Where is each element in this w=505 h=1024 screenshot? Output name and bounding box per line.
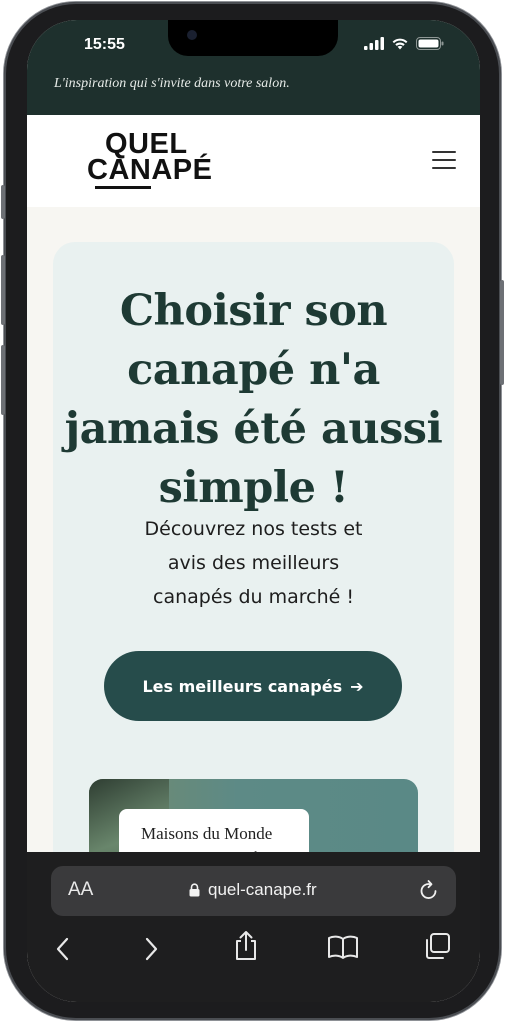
lock-icon <box>189 883 200 897</box>
url-display[interactable]: quel-canape.fr <box>189 880 317 900</box>
address-bar[interactable]: AA quel-canape.fr <box>51 866 456 916</box>
power-button <box>500 280 504 385</box>
status-time: 15:55 <box>84 36 125 53</box>
safari-bottom-bar: AA quel-canape.fr <box>27 852 480 1002</box>
browser-toolbar <box>27 926 480 978</box>
logo-line2: CANAPÉ <box>87 154 213 186</box>
text-size-button[interactable]: AA <box>68 879 93 901</box>
screen: 15:55 L'inspiration qui s'invite dans vo… <box>27 20 480 1002</box>
logo-underline <box>95 186 151 189</box>
best-sofas-button[interactable]: Les meilleurs canapés ➔ <box>104 651 402 721</box>
site-header: QUEL CANAPÉ <box>27 115 480 207</box>
hero-section: Choisir son canapé n'a jamais été aussi … <box>53 242 454 899</box>
share-icon[interactable] <box>233 930 259 962</box>
url-text: quel-canape.fr <box>208 880 317 899</box>
wifi-icon <box>392 38 408 50</box>
hero-title: Choisir son canapé n'a jamais été aussi … <box>64 286 443 513</box>
volume-down-button <box>1 345 5 415</box>
reload-icon[interactable] <box>418 878 440 902</box>
bookmarks-icon[interactable] <box>327 934 359 960</box>
arrow-right-icon: ➔ <box>350 676 364 696</box>
silent-switch <box>1 185 5 219</box>
volume-up-button <box>1 255 5 325</box>
battery-icon <box>416 37 444 50</box>
system-icons <box>364 37 444 50</box>
site-logo[interactable]: QUEL CANAPÉ <box>87 130 213 186</box>
hero-subtitle: Découvrez nos tests et avis des meilleur… <box>144 518 363 608</box>
top-banner: L'inspiration qui s'invite dans votre sa… <box>27 70 480 115</box>
banner-tagline: L'inspiration qui s'invite dans votre sa… <box>54 76 290 91</box>
cta-label: Les meilleurs canapés <box>142 676 343 696</box>
cellular-signal-icon <box>364 37 384 50</box>
card-label-line1: Maisons du Monde <box>141 824 273 843</box>
back-icon[interactable] <box>55 936 71 962</box>
front-camera <box>187 30 197 40</box>
hamburger-menu-icon[interactable] <box>432 151 456 169</box>
tabs-icon[interactable] <box>423 932 451 960</box>
status-bar: 15:55 <box>27 20 480 70</box>
forward-icon[interactable] <box>143 936 159 962</box>
